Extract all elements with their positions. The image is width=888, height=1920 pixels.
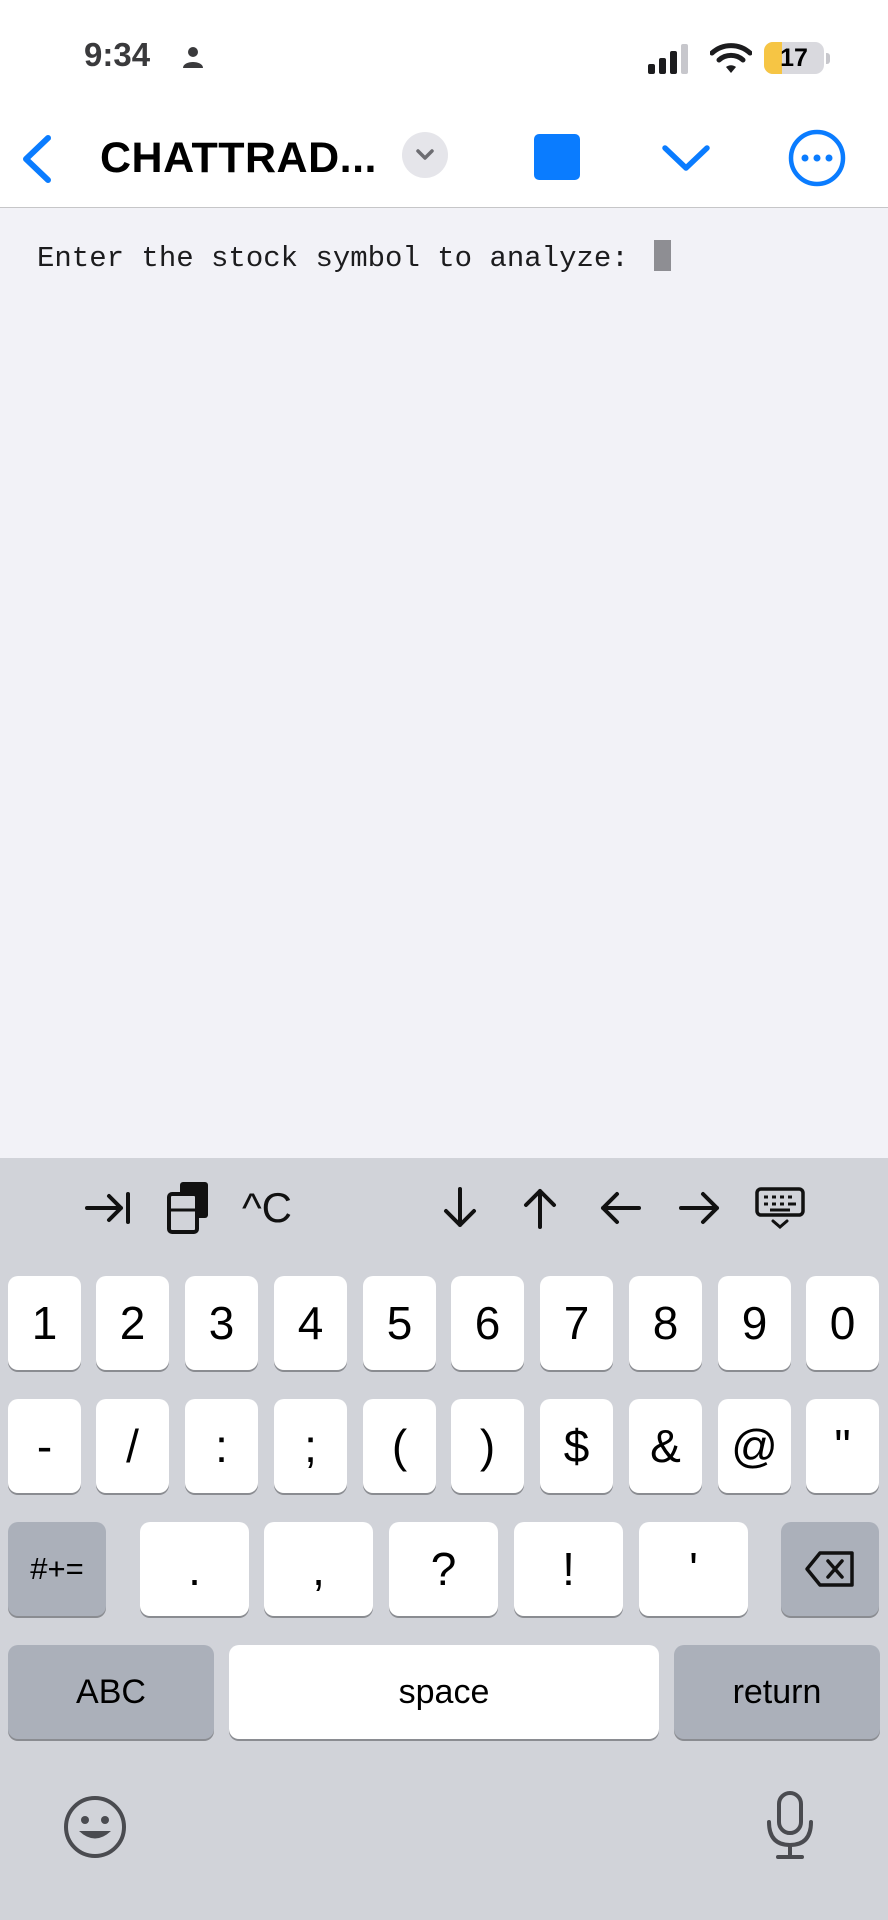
key-semicolon[interactable]: ;: [274, 1399, 347, 1493]
arrow-up-icon: [524, 1189, 556, 1229]
dismiss-keyboard-key[interactable]: [752, 1182, 808, 1234]
battery-icon: 17: [764, 42, 824, 74]
ctrl-c-key[interactable]: ^C: [232, 1182, 302, 1234]
key-dollar[interactable]: $: [540, 1399, 613, 1493]
more-button[interactable]: [788, 129, 846, 187]
key-period[interactable]: .: [140, 1522, 249, 1616]
tab-key[interactable]: [80, 1182, 136, 1234]
key-0[interactable]: 0: [806, 1276, 879, 1370]
arrow-right-icon: [679, 1192, 719, 1224]
arrow-right-key[interactable]: [674, 1182, 726, 1234]
key-2[interactable]: 2: [96, 1276, 169, 1370]
signal-icon: [648, 44, 688, 74]
prompt-text: Enter the stock symbol to analyze:: [37, 242, 629, 275]
key-close-paren[interactable]: ): [451, 1399, 524, 1493]
key-ampersand[interactable]: &: [629, 1399, 702, 1493]
key-colon[interactable]: :: [185, 1399, 258, 1493]
backspace-icon: [805, 1551, 854, 1587]
keyboard: ^C 1 2 3 4 5 6 7 8 9 0 - /: ; () $ & @…: [0, 1158, 888, 1920]
key-slash[interactable]: /: [96, 1399, 169, 1493]
emoji-icon: [64, 1796, 126, 1858]
back-button[interactable]: [14, 132, 64, 186]
space-key[interactable]: space: [229, 1645, 659, 1739]
stop-button[interactable]: [534, 134, 580, 180]
accessory-bar: ^C: [0, 1158, 888, 1258]
text-cursor: [654, 240, 672, 271]
nav-bar: CHATTRAD...: [0, 110, 888, 208]
chevron-down-icon: [662, 145, 710, 171]
tab-icon: [85, 1192, 130, 1224]
arrow-left-key[interactable]: [594, 1182, 646, 1234]
key-1[interactable]: 1: [8, 1276, 81, 1370]
person-icon: [183, 47, 203, 68]
wifi-icon: [710, 43, 752, 73]
key-at[interactable]: @: [718, 1399, 791, 1493]
title-menu-button[interactable]: [402, 132, 448, 178]
key-5[interactable]: 5: [363, 1276, 436, 1370]
back-chevron-icon: [23, 135, 51, 183]
status-bar: 9:34 17: [0, 0, 888, 110]
more-symbols-key[interactable]: #+=: [8, 1522, 106, 1616]
battery-nub: [826, 53, 830, 64]
key-question[interactable]: ?: [389, 1522, 498, 1616]
return-key[interactable]: return: [674, 1645, 880, 1739]
arrow-left-icon: [601, 1192, 641, 1224]
emoji-button[interactable]: [62, 1794, 128, 1865]
chevron-down-icon: [416, 149, 434, 160]
backspace-key[interactable]: [781, 1522, 879, 1616]
microphone-icon: [767, 1791, 813, 1859]
keyboard-dismiss-icon: [755, 1187, 805, 1229]
key-hyphen[interactable]: -: [8, 1399, 81, 1493]
key-6[interactable]: 6: [451, 1276, 524, 1370]
terminal-output[interactable]: Enter the stock symbol to analyze:: [0, 208, 888, 1158]
prompt-line: Enter the stock symbol to analyze:: [37, 240, 672, 275]
key-exclamation[interactable]: !: [514, 1522, 623, 1616]
key-8[interactable]: 8: [629, 1276, 702, 1370]
key-9[interactable]: 9: [718, 1276, 791, 1370]
status-time: 9:34: [84, 36, 151, 73]
key-open-paren[interactable]: (: [363, 1399, 436, 1493]
microphone-button[interactable]: [760, 1790, 820, 1867]
key-7[interactable]: 7: [540, 1276, 613, 1370]
arrow-up-key[interactable]: [514, 1182, 566, 1234]
battery-level: 17: [780, 44, 808, 72]
key-apostrophe[interactable]: ': [639, 1522, 748, 1616]
page-title[interactable]: CHATTRAD...: [100, 134, 377, 183]
arrow-down-icon: [444, 1187, 476, 1227]
key-comma[interactable]: ,: [264, 1522, 373, 1616]
key-4[interactable]: 4: [274, 1276, 347, 1370]
arrow-down-key[interactable]: [434, 1182, 486, 1234]
ellipsis-circle-icon: [788, 129, 846, 187]
abc-key[interactable]: ABC: [8, 1645, 214, 1739]
clipboard-icon: [167, 1182, 208, 1234]
key-quote[interactable]: ": [806, 1399, 879, 1493]
paste-key[interactable]: [160, 1182, 216, 1234]
key-3[interactable]: 3: [185, 1276, 258, 1370]
collapse-button[interactable]: [660, 138, 712, 178]
